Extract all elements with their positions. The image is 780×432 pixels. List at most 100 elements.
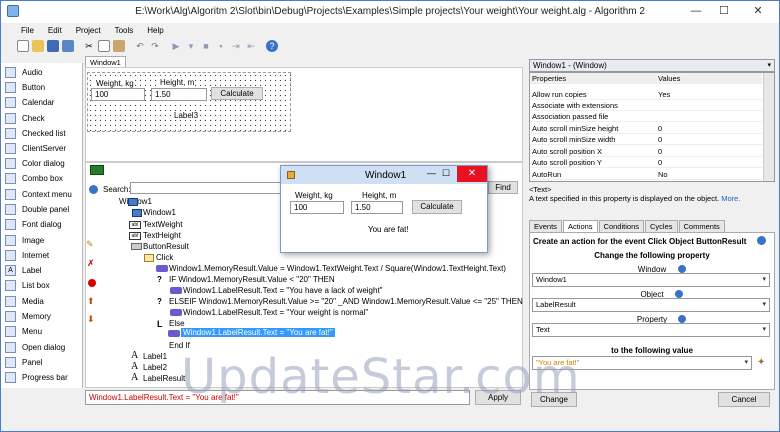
sidebar-item-open-dialog[interactable]: Open dialog xyxy=(5,340,65,355)
sidebar-item-combo-box[interactable]: Combo box xyxy=(5,171,63,186)
tab-window1[interactable]: Window1 xyxy=(85,56,126,67)
window-select[interactable]: Window1 ▾ xyxy=(532,273,770,287)
runtime-weight-field[interactable]: 100 xyxy=(290,201,344,214)
sidebar-item-list-box[interactable]: List box xyxy=(5,278,50,293)
property-select[interactable]: Text ▾ xyxy=(532,323,770,337)
runtime-maximize-button[interactable]: ☐ xyxy=(442,168,450,179)
sidebar-item-checked-list[interactable]: Checked list xyxy=(5,126,66,141)
title-bar: E:\Work\Alg\Algoritm 2\Slot\bin\Debug\Pr… xyxy=(1,1,779,23)
calculate-button[interactable]: Calculate xyxy=(211,87,263,100)
paste-icon[interactable] xyxy=(113,40,125,52)
property-row[interactable]: Allow run copies Yes xyxy=(530,89,762,100)
textbox-icon: abl xyxy=(129,221,141,229)
help-icon[interactable]: ? xyxy=(266,40,278,52)
tab-conditions[interactable]: Conditions xyxy=(598,220,644,232)
tab-events[interactable]: Events xyxy=(529,220,562,232)
undo-icon[interactable]: ↶ xyxy=(134,40,146,52)
sidebar-item-color-dialog[interactable]: Color dialog xyxy=(5,156,65,171)
properties-header: Window1 - (Window) ▾ xyxy=(529,59,775,72)
step-out-icon[interactable]: ⇤ xyxy=(245,40,257,52)
sidebar-item-media[interactable]: Media xyxy=(5,294,44,309)
actions-subheading: Change the following property xyxy=(594,251,710,260)
menu-project[interactable]: Project xyxy=(76,26,101,35)
save-icon[interactable] xyxy=(47,40,59,52)
sidebar-item-image[interactable]: Image xyxy=(5,233,44,248)
tree-action-weight-normal[interactable]: Window1.LabelResult.Text = "Your weight … xyxy=(167,308,368,317)
weight-field[interactable]: 100 xyxy=(91,88,145,101)
actions-help-icon[interactable] xyxy=(757,236,766,245)
tree-action-you-are-fat[interactable]: Window1.LabelResult.Text = "You are fat!… xyxy=(181,328,335,337)
magic-wand-icon[interactable]: ✦ xyxy=(757,357,765,368)
move-down-icon[interactable]: ⬇ xyxy=(87,314,95,325)
cancel-button[interactable]: Cancel xyxy=(718,392,770,407)
sidebar-item-button[interactable]: Button xyxy=(5,80,45,95)
property-row[interactable]: Auto scroll position X0 xyxy=(530,146,762,157)
sidebar-item-menu[interactable]: Menu xyxy=(5,324,42,339)
search-input[interactable] xyxy=(130,182,282,194)
redo-icon[interactable]: ↷ xyxy=(149,40,161,52)
tree-if[interactable]: IF Window1.MemoryResult.Value < "20" THE… xyxy=(153,275,335,284)
runtime-close-button[interactable]: ✕ xyxy=(457,166,487,182)
property-row[interactable]: Auto scroll position Y0 xyxy=(530,157,762,168)
copy-icon[interactable] xyxy=(98,40,110,52)
sidebar-item-font-dialog[interactable]: Font dialog xyxy=(5,217,62,232)
object-select[interactable]: LabelResult ▾ xyxy=(532,298,770,312)
tab-actions[interactable]: Actions xyxy=(562,220,598,232)
object-help-icon[interactable] xyxy=(675,290,683,298)
menu-edit[interactable]: Edit xyxy=(48,26,62,35)
window-help-icon[interactable] xyxy=(678,265,686,273)
sidebar-item-label[interactable]: A Label xyxy=(5,263,42,278)
pause-icon[interactable]: ▾ xyxy=(185,40,197,52)
menu-file[interactable]: File xyxy=(21,26,34,35)
tree-action-lack-of-weight[interactable]: Window1.LabelResult.Text = "You have a l… xyxy=(167,286,383,295)
menu-tools[interactable]: Tools xyxy=(115,26,134,35)
step-over-icon[interactable]: ⇥ xyxy=(230,40,242,52)
tree-action-memoryresult[interactable]: Window1.MemoryResult.Value = Window1.Tex… xyxy=(153,264,506,273)
properties-scrollbar[interactable] xyxy=(763,73,774,181)
sidebar-item-double-panel[interactable]: Double panel xyxy=(5,202,69,217)
sidebar-item-internet[interactable]: Internet xyxy=(5,248,49,263)
record-icon[interactable] xyxy=(88,279,96,287)
property-row[interactable]: Association passed file xyxy=(530,111,762,122)
find-button[interactable]: Find xyxy=(488,181,518,194)
tree-elseif[interactable]: ELSEIF Window1.MemoryResult.Value >= "20… xyxy=(153,297,523,306)
save-all-icon[interactable] xyxy=(62,40,74,52)
cut-icon[interactable]: ✂ xyxy=(83,40,95,52)
open-icon[interactable] xyxy=(32,40,44,52)
maximize-button[interactable]: ☐ xyxy=(710,1,738,20)
sidebar-item-clientserver[interactable]: ClientServer xyxy=(5,141,66,156)
property-row[interactable]: Auto scroll minSize height 0 xyxy=(530,123,762,134)
sidebar-item-memory[interactable]: Memory xyxy=(5,309,51,324)
property-row[interactable]: Auto scroll minSize width 0 xyxy=(530,134,762,145)
runtime-height-field[interactable]: 1.50 xyxy=(351,201,403,214)
stop-icon[interactable]: ■ xyxy=(200,40,212,52)
property-help-icon[interactable] xyxy=(678,315,686,323)
runtime-minimize-button[interactable]: — xyxy=(427,168,436,178)
more-link[interactable]: More. xyxy=(721,194,740,203)
minimize-button[interactable]: — xyxy=(682,1,710,20)
runtime-calculate-button[interactable]: Calculate xyxy=(412,200,462,214)
property-row[interactable]: AutoRun No xyxy=(530,169,762,180)
menu-help[interactable]: Help xyxy=(147,26,163,35)
run-icon[interactable]: ▶ xyxy=(170,40,182,52)
sidebar-item-context-menu[interactable]: Context menu xyxy=(5,187,72,202)
pencil-icon[interactable]: ✎ xyxy=(86,239,94,250)
tab-cycles[interactable]: Cycles xyxy=(645,220,678,232)
properties-dropdown-icon[interactable]: ▾ xyxy=(767,60,771,72)
delete-icon[interactable]: ✗ xyxy=(87,258,95,269)
tab-comments[interactable]: Comments xyxy=(678,220,725,232)
property-row[interactable]: Associate with extensions xyxy=(530,100,762,111)
sidebar-item-check[interactable]: Check xyxy=(5,111,45,126)
sidebar-item-panel[interactable]: Panel xyxy=(5,355,42,370)
new-file-icon[interactable] xyxy=(17,40,29,52)
height-field[interactable]: 1.50 xyxy=(151,88,207,101)
move-up-icon[interactable]: ⬆ xyxy=(87,296,95,307)
step-icon[interactable]: ▪ xyxy=(215,40,227,52)
sidebar-item-progress-bar[interactable]: Progress bar xyxy=(5,370,68,385)
menu-bar: File Edit Project Tools Help xyxy=(1,23,779,37)
collapse-icon[interactable] xyxy=(90,165,104,175)
sidebar-item-calendar[interactable]: Calendar xyxy=(5,95,54,110)
sidebar-item-audio[interactable]: Audio xyxy=(5,65,42,80)
close-button[interactable]: ✕ xyxy=(738,1,778,20)
button-icon xyxy=(131,243,142,250)
